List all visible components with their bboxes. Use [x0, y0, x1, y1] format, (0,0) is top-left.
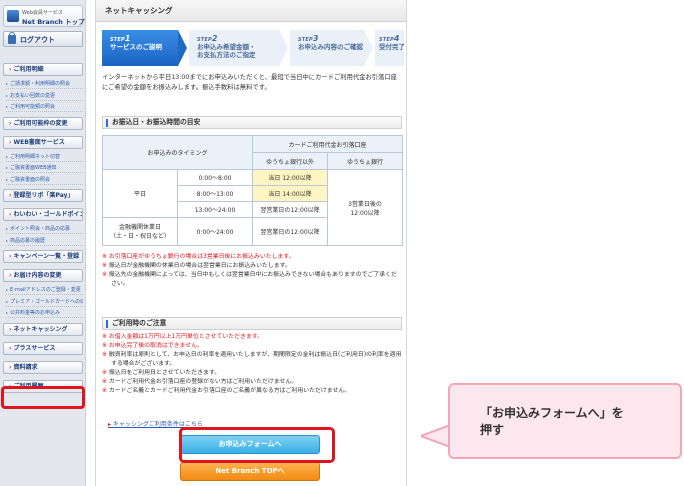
note-text: お申込完了後の取消はできません。 [108, 343, 203, 349]
note-text: お借入金額は1万円以上1万円単位とさせていただきます。 [108, 334, 263, 340]
note-item: ※ カードご利用代金お引落口座の登録がない方はご利用いただけません。 [102, 378, 402, 387]
sidebar-item[interactable]: プラスサービス [3, 341, 83, 355]
sidebar-subitem[interactable]: E-mailアドレスのご登録・変更 [6, 284, 83, 295]
callout-line-1: 「お申込みフォームへ」を [480, 406, 624, 420]
callout-pointer-icon [421, 425, 450, 447]
step-arrow-icon [178, 30, 187, 66]
note-item: ※ 融資利率は原則として、お申込日の利率を適用いたしますが、期間限定の金利は振込… [102, 351, 402, 369]
step-arrow-icon [364, 30, 373, 66]
note-item: ※ お引落口座がゆうちょ銀行の場合は3営業日後にお振込みいたします。 [102, 253, 402, 262]
sidebar: Web会員サービス Net Branch トップ ログアウト ご利用明細ご請求額… [0, 0, 86, 486]
sidebar-item[interactable]: わいわい・ゴールドポイント [3, 208, 83, 221]
highlight-frame-form-button [179, 427, 335, 463]
section-heading-schedule: お振込日・お振込時間の目安 [102, 116, 402, 129]
sidebar-item[interactable]: ご利用明細 [3, 63, 83, 76]
table-header-account: カードご利用代金お引落口座 [252, 135, 404, 153]
table-cell: 0:00〜24:00 [176, 217, 254, 246]
sidebar-item[interactable]: キャンペーン一覧・登録 [3, 250, 83, 263]
note-text: カードご名義とカードご利用代金お引落口座のご名義が異なる方はご利用いただけません… [108, 388, 351, 394]
sidebar-subitem[interactable]: 商品応募の履歴 [6, 235, 83, 246]
sidebar-item[interactable]: お届け内容の変更 [3, 269, 83, 282]
step-2: STEP2 お申込み希望金額・ お支払方法のご指定 [189, 30, 279, 66]
note-mark: ※ [102, 352, 107, 358]
logo-title: Net Branch トップ [22, 18, 85, 26]
table-cell: 翌営業日の12:00以降 [252, 201, 329, 218]
sidebar-subitem[interactable]: お支払い回数の変更 [6, 90, 83, 101]
callout-line-2: 押す [480, 423, 505, 437]
sidebar-subitem[interactable]: ご利用可能額の照会 [6, 101, 83, 112]
note-item: ※ 振込日が金融機関の休業日の場合は翌営業日にお振込みいたします。 [102, 262, 402, 271]
sidebar-item[interactable]: 資料請求 [3, 360, 83, 374]
sidebar-subitem[interactable]: ご融資書面WEB通知 [6, 162, 83, 173]
table-cell: 当日 14:00以降 [252, 185, 329, 202]
caution-notes: ※ お借入金額は1万円以上1万円単位とさせていただきます。 ※ お申込完了後の取消… [102, 333, 402, 396]
note-text: 振込日をご利用日とさせていただきます。 [108, 370, 221, 376]
page-title: ネットキャッシング [96, 0, 406, 22]
intro-text: インターネットから平日13:00までにお申込みいただくと、最短で当日中にカードご… [102, 74, 397, 91]
note-item: ※ お借入金額は1万円以上1万円単位とさせていただきます。 [102, 333, 402, 342]
note-item: ※ 振込日をご利用日とさせていただきます。 [102, 369, 402, 378]
note-item: ※ 振込先の金融機関によっては、当日中もしくは翌営業日中にお振込みできない場合も… [102, 271, 402, 289]
net-branch-logo[interactable]: Web会員サービス Net Branch トップ [3, 5, 85, 27]
instruction-callout: 「お申込みフォームへ」を 押す [448, 383, 682, 459]
sidebar-subitem[interactable]: ご融資書面の照会 [6, 174, 83, 185]
note-text: 振込先の金融機関によっては、当日中もしくは翌営業日中にお振込みできない場合もあり… [108, 272, 397, 287]
note-mark: ※ [102, 272, 107, 278]
note-mark: ※ [102, 379, 107, 385]
step-indicator: STEP1 サービスのご説明 STEP2 お申込み希望金額・ お支払方法のご指定… [102, 30, 405, 66]
highlight-frame-net-cashing [1, 386, 85, 409]
section-heading-caution: ご利用時のご注意 [102, 317, 402, 330]
logout-button[interactable]: ログアウト [3, 31, 83, 47]
sidebar-item[interactable]: WEB書面サービス [3, 135, 83, 149]
note-text: 振込日が金融機関の休業日の場合は翌営業日にお振込みいたします。 [108, 263, 291, 269]
schedule-notes: ※ お引落口座がゆうちょ銀行の場合は3営業日後にお振込みいたします。 ※ 振込日が… [102, 253, 402, 289]
table-header-yucho: ゆうちょ銀行 [327, 152, 404, 170]
note-mark: ※ [102, 370, 107, 376]
lock-icon [8, 32, 16, 44]
step-arrow-icon [279, 30, 288, 66]
sidebar-subitem[interactable]: ポイント照会・商品の応募 [6, 223, 83, 234]
note-item: ※ お申込完了後の取消はできません。 [102, 342, 402, 351]
logo-caption: Web会員サービス [22, 10, 63, 16]
sidebar-item[interactable]: ネットキャッシング [3, 322, 83, 336]
table-cell: 13:00〜24:00 [176, 201, 254, 218]
logo-mark-icon [7, 10, 19, 22]
note-mark: ※ [102, 343, 107, 349]
table-header-other-banks: ゆうちょ銀行以外 [252, 152, 329, 170]
sidebar-subitem[interactable]: ご利用明細ネット切替 [6, 151, 83, 162]
step-3: STEP3 お申込み内容のご確認 [290, 30, 364, 66]
note-text: お引落口座がゆうちょ銀行の場合は3営業日後にお振込みいたします。 [108, 254, 295, 260]
note-item: ※ カードご名義とカードご利用代金お引落口座のご名義が異なる方はご利用いただけま… [102, 387, 402, 396]
sidebar-item[interactable]: ご利用可能枠の変更 [3, 116, 83, 130]
sidebar-subitem[interactable]: プレミア・ゴールドカードへの切替 [6, 296, 83, 307]
sidebar-item[interactable]: 登録型リボ「楽Pay」 [3, 189, 83, 202]
logout-label: ログアウト [20, 36, 55, 44]
step-4: STEP4 受付完了 [375, 30, 405, 66]
sidebar-subitem[interactable]: ご請求額・利用明細の照会 [6, 78, 83, 89]
transfer-schedule-table: お申込みのタイミング カードご利用代金お引落口座 ゆうちょ銀行以外 ゆうちょ銀行… [101, 135, 404, 246]
table-header-timing: お申込みのタイミング [101, 135, 254, 170]
table-cell-yucho-value: 3営業日後の 12:00以降 [327, 169, 404, 246]
step-1: STEP1 サービスのご説明 [102, 30, 178, 66]
note-text: カードご利用代金お引落口座の登録がない方はご利用いただけません。 [108, 379, 298, 385]
note-text: 融資利率は原則として、お申込日の利率を適用いたしますが、期間限定の金利は振込日(… [108, 352, 402, 367]
note-mark: ※ [102, 388, 107, 394]
table-cell: 8:00〜13:00 [176, 185, 254, 202]
table-cell-holiday: 金融機関休業日 （土・日・祝日など） [102, 217, 178, 246]
sidebar-subitem[interactable]: 公共料金等のお申込み [6, 307, 83, 318]
note-mark: ※ [102, 254, 107, 260]
table-cell: 当日 12:00以降 [252, 169, 329, 186]
net-branch-top-button[interactable]: Net Branch TOPへ [180, 462, 320, 481]
note-mark: ※ [102, 263, 107, 269]
table-cell: 0:00〜8:00 [176, 169, 254, 186]
main-content: ネットキャッシング STEP1 サービスのご説明 STEP2 お申込み希望金額・… [95, 0, 407, 486]
table-cell-weekday: 平日 [102, 169, 178, 218]
note-mark: ※ [102, 334, 107, 340]
table-cell: 翌営業日の12:00以降 [252, 217, 329, 246]
